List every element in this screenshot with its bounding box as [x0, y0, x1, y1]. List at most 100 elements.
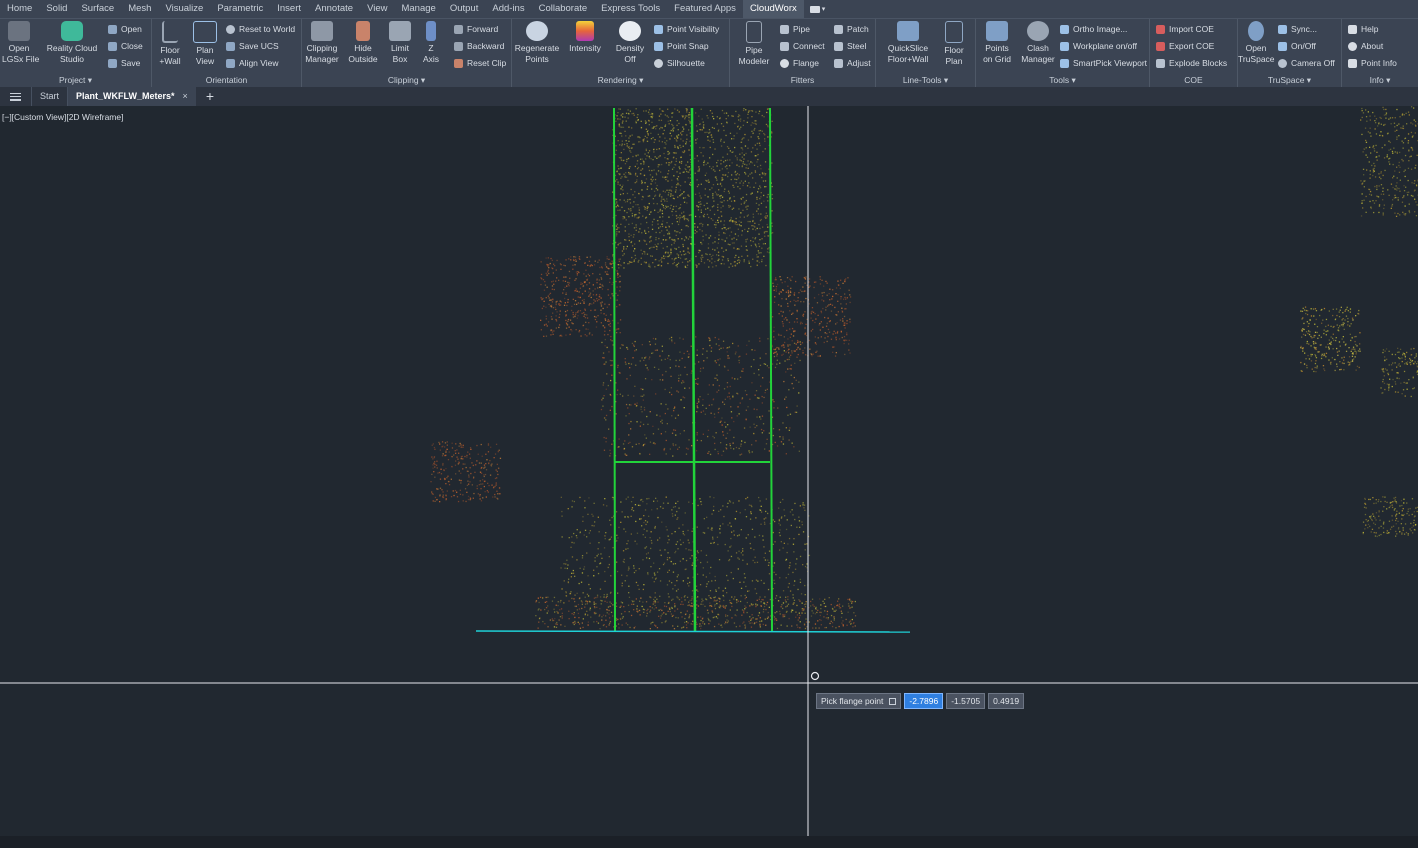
regenerate-points-icon	[526, 21, 548, 41]
pipe-modeler-button[interactable]: Pipe Modeler	[734, 21, 774, 66]
clash-manager-button[interactable]: Clash Manager	[1020, 21, 1056, 64]
quickslice-icon	[897, 21, 919, 41]
patch-button[interactable]: Patch	[834, 21, 869, 37]
panel-title-truspace[interactable]: TruSpace ▾	[1238, 74, 1341, 87]
point-visibility-button[interactable]: Point Visibility	[654, 21, 719, 37]
ribbon-options-icon[interactable]: ▾	[809, 4, 826, 14]
hide-outside-icon	[356, 21, 370, 41]
forward-button[interactable]: Forward	[454, 21, 498, 37]
menu-tab-manage[interactable]: Manage	[394, 0, 442, 18]
menu-tab-featured-apps[interactable]: Featured Apps	[667, 0, 743, 18]
add-tab-icon[interactable]: +	[206, 87, 214, 106]
plan-view-button[interactable]: Plan View	[190, 21, 220, 66]
menu-tab-view[interactable]: View	[360, 0, 394, 18]
hamburger-menu-icon[interactable]	[10, 92, 21, 101]
menu-tab-cloudworx[interactable]: CloudWorx	[742, 0, 804, 18]
ortho-image-button[interactable]: Ortho Image...	[1060, 21, 1127, 37]
clipping-manager-button[interactable]: Clipping Manager	[303, 21, 341, 64]
silhouette-button[interactable]: Silhouette	[654, 55, 705, 71]
workplane-toggle-button[interactable]: Workplane on/off	[1060, 38, 1137, 54]
menu-tab-solid[interactable]: Solid	[39, 0, 74, 18]
export-coe-button[interactable]: Export COE	[1156, 38, 1214, 54]
coord-x-input[interactable]: -2.7896	[904, 693, 944, 709]
menu-tab-home[interactable]: Home	[0, 0, 39, 18]
sync-icon	[1278, 24, 1287, 34]
patch-icon	[834, 24, 843, 34]
menu-tab-express-tools[interactable]: Express Tools	[594, 0, 667, 18]
reset-clip-button[interactable]: Reset Clip	[454, 55, 506, 71]
open-lgsx-button[interactable]: Open LGSx File	[2, 21, 39, 64]
intensity-button[interactable]: Intensity	[566, 21, 604, 54]
floor-wall-button[interactable]: Floor +Wall	[155, 21, 185, 66]
ortho-image-icon	[1060, 24, 1069, 34]
point-snap-button[interactable]: Point Snap	[654, 38, 709, 54]
menu-tab-output[interactable]: Output	[443, 0, 486, 18]
panel-fitters: Pipe Modeler Pipe Connect Flange Patch S…	[730, 19, 876, 87]
panel-tools: Points on Grid Clash Manager Ortho Image…	[976, 19, 1150, 87]
truspace-onoff-button[interactable]: On/Off	[1278, 38, 1316, 54]
reset-to-world-button[interactable]: Reset to World	[226, 21, 295, 37]
menu-tab-annotate[interactable]: Annotate	[308, 0, 360, 18]
point-cluster-flange-left	[540, 256, 622, 338]
menu-tab-insert[interactable]: Insert	[270, 0, 308, 18]
sync-button[interactable]: Sync...	[1278, 21, 1317, 37]
about-button[interactable]: About	[1348, 38, 1383, 54]
coord-z-input[interactable]: 0.4919	[988, 693, 1025, 709]
save-button[interactable]: Save	[108, 55, 140, 71]
quickslice-button[interactable]: QuickSlice Floor+Wall	[884, 21, 932, 64]
steel-button[interactable]: Steel	[834, 38, 866, 54]
menu-tab-collaborate[interactable]: Collaborate	[532, 0, 595, 18]
adjust-button[interactable]: Adjust	[834, 55, 871, 71]
panel-title-info[interactable]: Info ▾	[1342, 74, 1418, 87]
tab-drawing-active[interactable]: Plant_WKFLW_Meters* ×	[67, 87, 196, 106]
coord-y-input[interactable]: -1.5705	[946, 693, 986, 709]
point-cluster-elbow	[430, 441, 502, 503]
density-off-button[interactable]: Density Off	[612, 21, 648, 64]
smartpick-viewport-button[interactable]: SmartPick Viewport	[1060, 55, 1147, 71]
save-icon	[108, 58, 117, 68]
menu-tab-mesh[interactable]: Mesh	[121, 0, 158, 18]
import-coe-button[interactable]: Import COE	[1156, 21, 1214, 37]
pipe-modeler-icon	[746, 21, 762, 43]
pipe-button[interactable]: Pipe	[780, 21, 810, 37]
points-on-grid-button[interactable]: Points on Grid	[980, 21, 1014, 64]
z-axis-button[interactable]: Z Axis	[422, 21, 440, 64]
limit-box-button[interactable]: Limit Box	[388, 21, 412, 64]
drawing-viewport[interactable]: [−][Custom View][2D Wireframe] Pick flan…	[0, 106, 1418, 836]
open-button[interactable]: Open	[108, 21, 142, 37]
explode-blocks-button[interactable]: Explode Blocks	[1156, 55, 1227, 71]
close-button[interactable]: Close	[108, 38, 143, 54]
regenerate-points-button[interactable]: Regenerate Points	[514, 21, 560, 64]
align-view-button[interactable]: Align View	[226, 55, 279, 71]
menu-tab-parametric[interactable]: Parametric	[210, 0, 270, 18]
floor-plan-button[interactable]: Floor Plan	[940, 21, 968, 66]
menu-tab-addins[interactable]: Add-ins	[485, 0, 531, 18]
close-tab-icon[interactable]: ×	[183, 91, 188, 101]
help-button[interactable]: Help	[1348, 21, 1378, 37]
open-truspace-button[interactable]: Open TruSpace	[1238, 21, 1275, 64]
floor-wall-icon	[162, 21, 178, 43]
panel-title-tools[interactable]: Tools ▾	[976, 74, 1149, 87]
point-info-button[interactable]: Point Info	[1348, 55, 1397, 71]
camera-off-button[interactable]: Camera Off	[1278, 55, 1335, 71]
limit-box-icon	[389, 21, 411, 41]
panel-title-clipping[interactable]: Clipping ▾	[302, 74, 511, 87]
panel-title-rendering[interactable]: Rendering ▾	[512, 74, 729, 87]
point-visibility-icon	[654, 24, 663, 34]
point-cluster-flange-right	[770, 276, 852, 357]
save-ucs-button[interactable]: Save UCS	[226, 38, 279, 54]
workplane-icon	[1060, 41, 1069, 51]
backward-button[interactable]: Backward	[454, 38, 504, 54]
export-coe-icon	[1156, 41, 1165, 51]
panel-title-line-tools[interactable]: Line-Tools ▾	[876, 74, 975, 87]
prompt-options-icon[interactable]	[889, 697, 897, 705]
tab-start[interactable]: Start	[31, 87, 67, 106]
hide-outside-button[interactable]: Hide Outside	[346, 21, 380, 64]
menu-tab-visualize[interactable]: Visualize	[158, 0, 210, 18]
reality-cloud-studio-button[interactable]: Reality Cloud Studio	[44, 21, 100, 64]
flange-button[interactable]: Flange	[780, 55, 819, 71]
menu-tab-surface[interactable]: Surface	[74, 0, 121, 18]
prompt-label: Pick flange point	[816, 693, 902, 709]
connect-button[interactable]: Connect	[780, 38, 825, 54]
panel-title-project[interactable]: Project ▾	[0, 74, 151, 87]
